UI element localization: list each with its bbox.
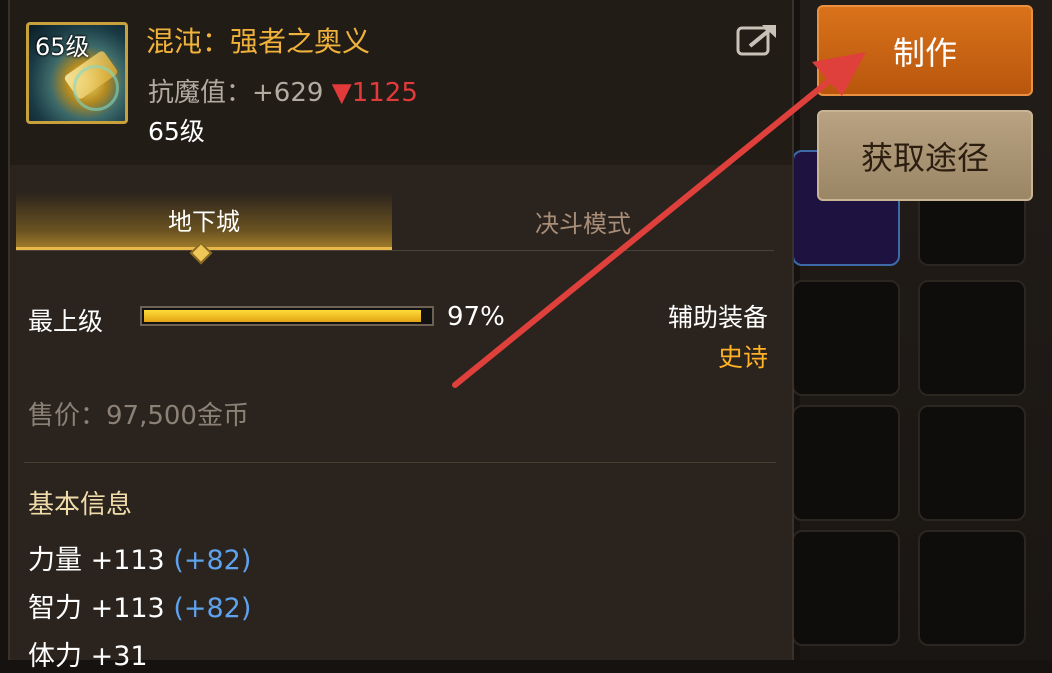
inventory-slot (918, 530, 1026, 646)
item-level: 65级 (148, 117, 205, 146)
attribute-bonus: (+82) (173, 545, 252, 576)
attribute-row: 力量 +113 (+82) (28, 538, 251, 577)
item-icon-level: 65级 (35, 33, 90, 61)
item-name: 混沌：强者之奥义 (146, 25, 371, 58)
inventory-slot (792, 280, 900, 396)
tab-dungeon[interactable]: 地下城 (16, 192, 392, 250)
stat-diff-down: ▼1125 (331, 78, 418, 108)
grade-progress-fill (144, 310, 421, 322)
share-icon[interactable] (736, 22, 778, 56)
inventory-slot (792, 405, 900, 521)
item-header: 65级 混沌：强者之奥义 抗魔值：+629 ▼1125 65级 (10, 0, 792, 165)
tab-pvp[interactable]: 决斗模式 (392, 192, 774, 250)
acquire-source-button[interactable]: 获取途径 (817, 110, 1033, 201)
stat-label: 抗魔值： (148, 78, 253, 108)
equipment-slot-type: 辅助装备 (667, 303, 768, 332)
inventory-slot (918, 405, 1026, 521)
inventory-slot (792, 530, 900, 646)
make-button[interactable]: 制作 (817, 5, 1033, 96)
basic-info-title: 基本信息 (28, 490, 133, 520)
inventory-background (792, 0, 1052, 660)
item-icon: 65级 (26, 22, 128, 124)
attribute-base: 智力 +113 (28, 593, 174, 624)
grade-progress-bar (140, 306, 434, 326)
magic-resistance-stat: 抗魔值：+629 ▼1125 (148, 72, 418, 109)
attribute-row: 体力 +31 (28, 634, 148, 673)
attribute-bonus: (+82) (173, 593, 252, 624)
rarity-label: 史诗 (717, 343, 768, 372)
mode-tabs: 地下城 决斗模式 (16, 192, 774, 251)
grade-percent: 97% (447, 302, 505, 332)
attribute-row: 智力 +113 (+82) (28, 586, 251, 625)
section-divider (24, 462, 776, 463)
sell-price: 售价：97,500金币 (28, 401, 249, 431)
attribute-base: 体力 +31 (28, 641, 148, 672)
inventory-slot (918, 280, 1026, 396)
item-tooltip-panel: 65级 混沌：强者之奥义 抗魔值：+629 ▼1125 65级 地下城 决斗模式… (8, 0, 794, 672)
grade-label: 最上级 (28, 307, 104, 336)
stat-value: +629 (252, 78, 324, 108)
attribute-base: 力量 +113 (28, 545, 174, 576)
